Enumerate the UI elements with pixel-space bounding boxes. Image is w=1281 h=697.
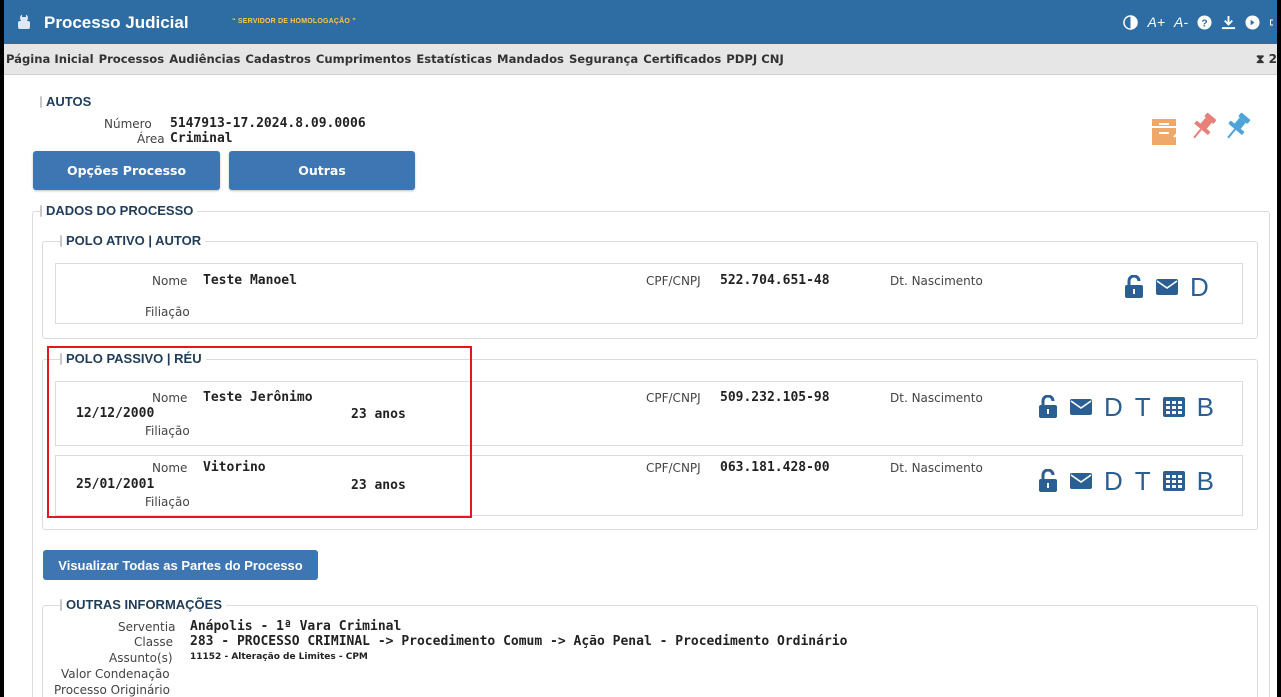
party-actions: D T B — [1038, 468, 1214, 494]
envelope-icon[interactable] — [1156, 274, 1178, 300]
help-icon[interactable]: ? — [1197, 14, 1212, 30]
menu-item-estatisticas[interactable]: Estatísticas — [416, 52, 492, 66]
party-row-autor: Nome Teste Manoel CPF/CNPJ 522.704.651-4… — [55, 263, 1243, 324]
server-badge: “ SERVIDOR DE HOMOLOGAÇÃO ” — [232, 18, 356, 25]
header-tools: A+ A- ? — [1123, 12, 1277, 32]
action-t[interactable]: T — [1135, 394, 1151, 420]
autos-legend: AUTOS — [40, 95, 96, 109]
nome-value: Teste Manoel — [203, 273, 297, 288]
top-header: Processo Judicial “ SERVIDOR DE HOMOLOGA… — [4, 0, 1277, 44]
assunto-label: Assunto(s) — [109, 651, 173, 665]
action-d[interactable]: D — [1104, 394, 1123, 420]
numero-label: Número — [104, 117, 152, 131]
highlight-box — [47, 346, 472, 518]
pin-red-icon[interactable] — [1186, 110, 1220, 144]
party-actions: D — [1124, 274, 1209, 300]
cpf-label: CPF/CNPJ — [646, 461, 701, 475]
app-window: Processo Judicial “ SERVIDOR DE HOMOLOGA… — [4, 0, 1277, 697]
visualizar-partes-button[interactable]: Visualizar Todas as Partes do Processo — [43, 550, 318, 580]
pin-blue-icon[interactable] — [1220, 110, 1254, 144]
numero-value: 5147913-17.2024.8.09.0006 — [170, 116, 366, 131]
outras-button[interactable]: Outras — [229, 151, 415, 190]
svg-text:?: ? — [1201, 18, 1207, 29]
area-label: Área — [137, 132, 165, 146]
app-title[interactable]: Processo Judicial — [44, 13, 189, 33]
menu-item-pagina-inicial[interactable]: Página Inicial — [6, 52, 94, 66]
cpf-label: CPF/CNPJ — [646, 274, 701, 288]
serventia-label: Serventia — [118, 620, 176, 634]
valor-condenacao-label: Valor Condenação — [61, 667, 170, 681]
main-menu: Página Inicial Processos Audiências Cada… — [4, 44, 1277, 75]
action-t[interactable]: T — [1135, 468, 1151, 494]
cpf-value: 063.181.428-00 — [720, 460, 830, 475]
nascimento-label: Dt. Nascimento — [890, 274, 983, 288]
assunto-value: 11152 - Alteração de Limites - CPM — [190, 652, 368, 662]
opcoes-processo-button[interactable]: Opções Processo — [33, 151, 220, 190]
classe-value: 283 - PROCESSO CRIMINAL -> Procedimento … — [190, 634, 848, 649]
area-value: Criminal — [170, 131, 233, 146]
court-crest-icon — [18, 14, 30, 29]
nascimento-label: Dt. Nascimento — [890, 391, 983, 405]
dados-processo-legend: DADOS DO PROCESSO — [40, 204, 198, 218]
lock-open-icon[interactable] — [1038, 468, 1058, 494]
menu-item-cumprimentos[interactable]: Cumprimentos — [316, 52, 411, 66]
menu-item-audiencias[interactable]: Audiências — [169, 52, 240, 66]
font-increase-button[interactable]: A+ — [1147, 14, 1165, 30]
envelope-icon[interactable] — [1070, 394, 1092, 420]
power-icon[interactable] — [1245, 14, 1260, 30]
outras-informacoes-legend: OUTRAS INFORMAÇÕES — [60, 598, 226, 612]
action-b[interactable]: B — [1197, 394, 1214, 420]
menu-item-certificados[interactable]: Certificados — [643, 52, 721, 66]
menu-item-pdpj-cnj[interactable]: PDPJ CNJ — [726, 52, 784, 66]
font-decrease-button[interactable]: A- — [1174, 14, 1188, 30]
party-actions: D T B — [1038, 394, 1214, 420]
lock-open-icon[interactable] — [1038, 394, 1058, 420]
logout-icon[interactable] — [1269, 15, 1277, 30]
cpf-value: 522.704.651-48 — [720, 273, 830, 288]
nascimento-label: Dt. Nascimento — [890, 461, 983, 475]
serventia-value: Anápolis - 1ª Vara Criminal — [190, 619, 402, 634]
table-icon[interactable] — [1162, 468, 1185, 494]
session-timer: ⧗ 2 — [1256, 52, 1277, 66]
contrast-icon[interactable] — [1123, 14, 1139, 30]
classe-label: Classe — [134, 635, 173, 649]
menu-item-seguranca[interactable]: Segurança — [569, 52, 638, 66]
menu-item-mandados[interactable]: Mandados — [497, 52, 564, 66]
table-icon[interactable] — [1162, 394, 1185, 420]
polo-ativo-legend: POLO ATIVO | AUTOR — [60, 234, 206, 248]
processo-originario-label: Processo Originário — [54, 683, 170, 697]
lock-open-icon[interactable] — [1124, 274, 1144, 300]
envelope-icon[interactable] — [1070, 468, 1092, 494]
filiacao-label: Filiação — [145, 305, 190, 319]
download-icon[interactable] — [1221, 15, 1236, 30]
cpf-value: 509.232.105-98 — [720, 390, 830, 405]
nome-label: Nome — [152, 274, 188, 288]
action-b[interactable]: B — [1197, 468, 1214, 494]
menu-item-processos[interactable]: Processos — [99, 52, 165, 66]
cpf-label: CPF/CNPJ — [646, 391, 701, 405]
archive-icon[interactable] — [1150, 115, 1182, 147]
action-d[interactable]: D — [1104, 468, 1123, 494]
action-d[interactable]: D — [1190, 274, 1209, 300]
menu-item-cadastros[interactable]: Cadastros — [245, 52, 310, 66]
